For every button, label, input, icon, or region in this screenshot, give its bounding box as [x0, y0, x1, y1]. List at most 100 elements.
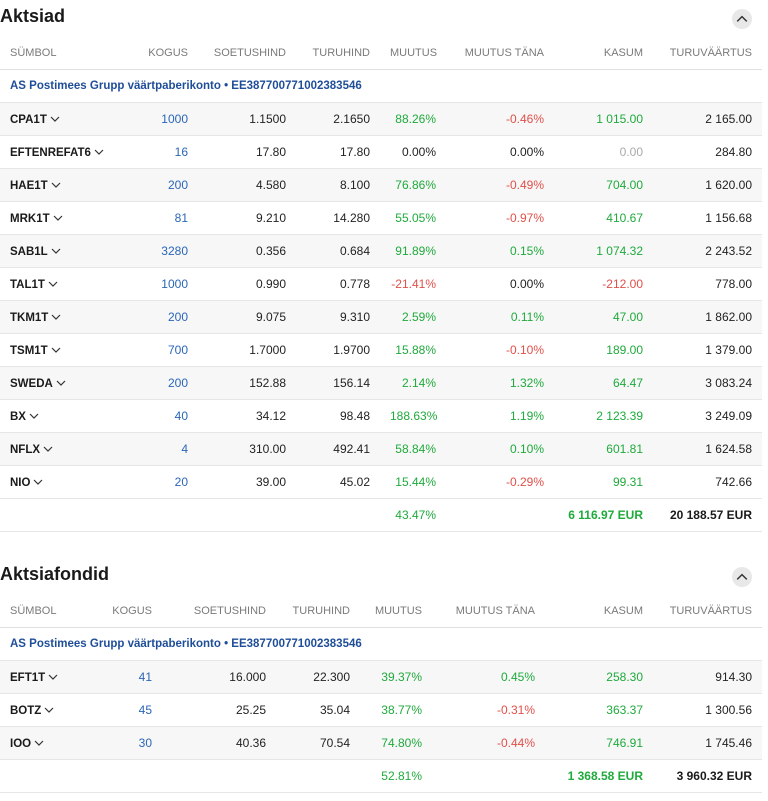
symbol-cell[interactable]: NFLX	[0, 432, 112, 466]
cost-cell: 9.075	[198, 300, 296, 334]
table-row[interactable]: EFTENREFAT6 16 17.80 17.80 0.00% 0.00% 0.00 284…	[0, 135, 762, 169]
column-header[interactable]: KOGUS	[112, 36, 198, 70]
symbol-label: NIO	[10, 476, 31, 489]
table-row[interactable]: BX 40 34.12 98.48 188.63% 1.19% 2 123.39 3 249.…	[0, 399, 762, 433]
symbol-cell[interactable]: EFTENREFAT6	[0, 135, 112, 169]
column-header[interactable]: SÜMBOL	[0, 36, 112, 70]
quantity-cell[interactable]: 81	[112, 201, 198, 235]
symbol-cell[interactable]: BOTZ	[0, 693, 78, 727]
price-cell: 35.04	[276, 693, 360, 727]
column-header[interactable]: SÜMBOL	[0, 594, 78, 628]
table-row[interactable]: IOO 30 40.36 70.54 74.80% -0.44% 746.91 1 745.4…	[0, 726, 762, 760]
table-row[interactable]: NIO 20 39.00 45.02 15.44% -0.29% 99.31 742.66	[0, 465, 762, 499]
table-row[interactable]: NFLX 4 310.00 492.41 58.84% 0.10% 601.81 1 624.…	[0, 432, 762, 466]
symbol-cell[interactable]: SAB1L	[0, 234, 112, 268]
table-row[interactable]: CPA1T 1000 1.1500 2.1650 88.26% -0.46% 1 015.0…	[0, 102, 762, 136]
chevron-down-icon[interactable]	[34, 736, 44, 750]
chevron-down-icon[interactable]	[56, 376, 66, 390]
value-cell: 778.00	[653, 267, 762, 301]
column-header[interactable]: MUUTUS TÄNA	[432, 594, 545, 628]
column-header[interactable]: MUUTUS	[360, 594, 432, 628]
table-row[interactable]: TSM1T 700 1.7000 1.9700 15.88% -0.10% 189.00 1 …	[0, 333, 762, 367]
column-header[interactable]: SOETUSHIND	[162, 594, 276, 628]
symbol-cell[interactable]: BX	[0, 399, 112, 433]
symbol-cell[interactable]: HAE1T	[0, 168, 112, 202]
chevron-down-icon[interactable]	[48, 277, 58, 291]
symbol-cell[interactable]: TSM1T	[0, 333, 112, 367]
collapse-button[interactable]	[732, 9, 752, 29]
quantity-cell[interactable]: 200	[112, 300, 198, 334]
account-label[interactable]: AS Postimees Grupp väärtpaberikonto • EE…	[0, 69, 762, 103]
quantity-cell[interactable]: 1000	[112, 267, 198, 301]
cost-cell: 17.80	[198, 135, 296, 169]
symbol-cell[interactable]: EFT1T	[0, 660, 78, 694]
column-header[interactable]: TURUVÄÄRTUS	[653, 594, 762, 628]
cost-cell: 1.7000	[198, 333, 296, 367]
symbol-label: MRK1T	[10, 212, 50, 225]
symbol-cell[interactable]: CPA1T	[0, 102, 112, 136]
profit-cell: 363.37	[545, 693, 653, 727]
symbol-cell[interactable]: MRK1T	[0, 201, 112, 235]
value-cell: 742.66	[653, 465, 762, 499]
chevron-down-icon[interactable]	[43, 442, 53, 456]
column-header[interactable]: TURUHIND	[276, 594, 360, 628]
quantity-cell[interactable]: 1000	[112, 102, 198, 136]
symbol-cell[interactable]: TAL1T	[0, 267, 112, 301]
table-row[interactable]: BOTZ 45 25.25 35.04 38.77% -0.31% 363.37 1 300.…	[0, 693, 762, 727]
quantity-cell[interactable]: 4	[112, 432, 198, 466]
symbol-label: TAL1T	[10, 278, 45, 291]
table-row[interactable]: TKM1T 200 9.075 9.310 2.59% 0.11% 47.00 1 862.0…	[0, 300, 762, 334]
chevron-down-icon[interactable]	[44, 703, 54, 717]
table-row[interactable]: MRK1T 81 9.210 14.280 55.05% -0.97% 410.67 1 15…	[0, 201, 762, 235]
quantity-cell[interactable]: 16	[112, 135, 198, 169]
column-header[interactable]: MUUTUS TÄNA	[446, 36, 554, 70]
column-header[interactable]: SOETUSHIND	[198, 36, 296, 70]
quantity-cell[interactable]: 700	[112, 333, 198, 367]
value-cell: 3 249.09	[653, 399, 762, 433]
column-header[interactable]: KOGUS	[78, 594, 162, 628]
symbol-cell[interactable]: NIO	[0, 465, 112, 499]
column-header[interactable]: KASUM	[545, 594, 653, 628]
chevron-down-icon[interactable]	[51, 244, 61, 258]
value-cell: 1 624.58	[653, 432, 762, 466]
table-row[interactable]: HAE1T 200 4.580 8.100 76.86% -0.49% 704.00 1 62…	[0, 168, 762, 202]
chevron-down-icon[interactable]	[53, 211, 63, 225]
symbol-cell[interactable]: TKM1T	[0, 300, 112, 334]
quantity-cell[interactable]: 30	[78, 726, 162, 760]
table-row[interactable]: TAL1T 1000 0.990 0.778 -21.41% 0.00% -212.00 77…	[0, 267, 762, 301]
table-row[interactable]: SAB1L 3280 0.356 0.684 91.89% 0.15% 1 074.32 2 …	[0, 234, 762, 268]
collapse-button[interactable]	[732, 567, 752, 587]
quantity-cell[interactable]: 200	[112, 168, 198, 202]
table-row[interactable]: SWEDA 200 152.88 156.14 2.14% 1.32% 64.47 3 083…	[0, 366, 762, 400]
quantity-cell[interactable]: 41	[78, 660, 162, 694]
holdings-table: SÜMBOL KOGUS SOETUSHIND TURUHIND MUUTUS MUUTU…	[0, 36, 762, 532]
table-row[interactable]: EFT1T 41 16.000 22.300 39.37% 0.45% 258.30 914.…	[0, 660, 762, 694]
change-cell: 38.77%	[360, 693, 432, 727]
quantity-cell[interactable]: 40	[112, 399, 198, 433]
chevron-down-icon[interactable]	[51, 178, 61, 192]
chevron-down-icon[interactable]	[51, 343, 61, 357]
value-cell: 914.30	[653, 660, 762, 694]
quantity-cell[interactable]: 45	[78, 693, 162, 727]
change-cell: 15.88%	[380, 333, 446, 367]
profit-cell: 704.00	[554, 168, 653, 202]
quantity-cell[interactable]: 3280	[112, 234, 198, 268]
symbol-cell[interactable]: IOO	[0, 726, 78, 760]
chevron-down-icon[interactable]	[29, 409, 39, 423]
quantity-cell[interactable]: 20	[112, 465, 198, 499]
chevron-down-icon[interactable]	[48, 670, 58, 684]
chevron-down-icon[interactable]	[51, 310, 61, 324]
column-header[interactable]: MUUTUS	[380, 36, 446, 70]
table-header: SÜMBOL KOGUS SOETUSHIND TURUHIND MUUTUS MUUTU…	[0, 36, 762, 70]
chevron-down-icon[interactable]	[50, 112, 60, 126]
change-today-cell: 0.45%	[432, 660, 545, 694]
symbol-cell[interactable]: SWEDA	[0, 366, 112, 400]
profit-cell: 99.31	[554, 465, 653, 499]
column-header[interactable]: TURUVÄÄRTUS	[653, 36, 762, 70]
chevron-down-icon[interactable]	[33, 475, 43, 489]
account-label[interactable]: AS Postimees Grupp väärtpaberikonto • EE…	[0, 627, 762, 661]
column-header[interactable]: KASUM	[554, 36, 653, 70]
chevron-down-icon[interactable]	[94, 145, 104, 159]
column-header[interactable]: TURUHIND	[296, 36, 380, 70]
quantity-cell[interactable]: 200	[112, 366, 198, 400]
